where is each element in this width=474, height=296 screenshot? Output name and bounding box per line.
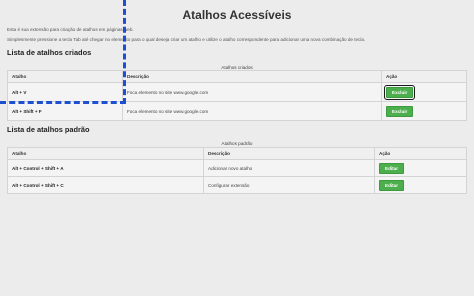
shortcut-cell: Alt + V	[7, 82, 123, 102]
instructions-text: Simplesmente pressione a tecla Tab até c…	[7, 37, 366, 42]
edit-button[interactable]: Editar	[379, 162, 405, 174]
action-cell: Editar	[374, 159, 467, 177]
description-cell: Foca elemento no site www.google.com	[122, 82, 382, 102]
page-title: Atalhos Acessíveis	[182, 8, 292, 22]
default-shortcuts-heading: Lista de atalhos padrão	[7, 125, 90, 134]
default-shortcuts-table: Atalho Descrição Ação Alt + Control + Sh…	[7, 147, 467, 194]
table-row: Alt + Control + Shift + A Adicionar novo…	[7, 159, 467, 177]
shortcut-cell: Alt + Control + Shift + C	[7, 176, 204, 194]
column-header-shortcut: Atalho	[7, 147, 204, 160]
intro-text: Esta é sua extensão para criação de atal…	[7, 27, 134, 32]
shortcut-cell: Alt + Control + Shift + A	[7, 159, 204, 177]
extension-options-page: Atalhos Acessíveis Esta é sua extensão p…	[0, 0, 474, 296]
shortcut-cell: Alt + Shift + F	[7, 101, 123, 121]
default-shortcuts-caption: Atalhos padrão	[221, 141, 253, 146]
delete-button[interactable]: Excluir	[386, 105, 414, 117]
description-cell: Configurar extensão	[203, 176, 375, 194]
edit-button[interactable]: Editar	[379, 179, 405, 191]
description-cell: Foca elemento no site www.google.com	[122, 101, 382, 121]
table-row: Alt + V Foca elemento no site www.google…	[7, 82, 467, 102]
column-header-description: Descrição	[203, 147, 375, 160]
column-header-description: Descrição	[122, 70, 382, 83]
column-header-action: Ação	[374, 147, 467, 160]
description-cell: Adicionar novo atalho	[203, 159, 375, 177]
table-header-row: Atalho Descrição Ação	[7, 70, 467, 83]
action-cell: Editar	[374, 176, 467, 194]
column-header-action: Ação	[381, 70, 467, 83]
table-header-row: Atalho Descrição Ação	[7, 147, 467, 160]
delete-button[interactable]: Excluir	[383, 84, 416, 100]
action-cell: Excluir	[381, 82, 467, 102]
column-header-shortcut: Atalho	[7, 70, 123, 83]
table-row: Alt + Shift + F Foca elemento no site ww…	[7, 101, 467, 121]
table-row: Alt + Control + Shift + C Configurar ext…	[7, 176, 467, 194]
action-cell: Excluir	[381, 101, 467, 121]
created-shortcuts-heading: Lista de atalhos criados	[7, 48, 92, 57]
created-shortcuts-table: Atalho Descrição Ação Alt + V Foca eleme…	[7, 70, 467, 121]
